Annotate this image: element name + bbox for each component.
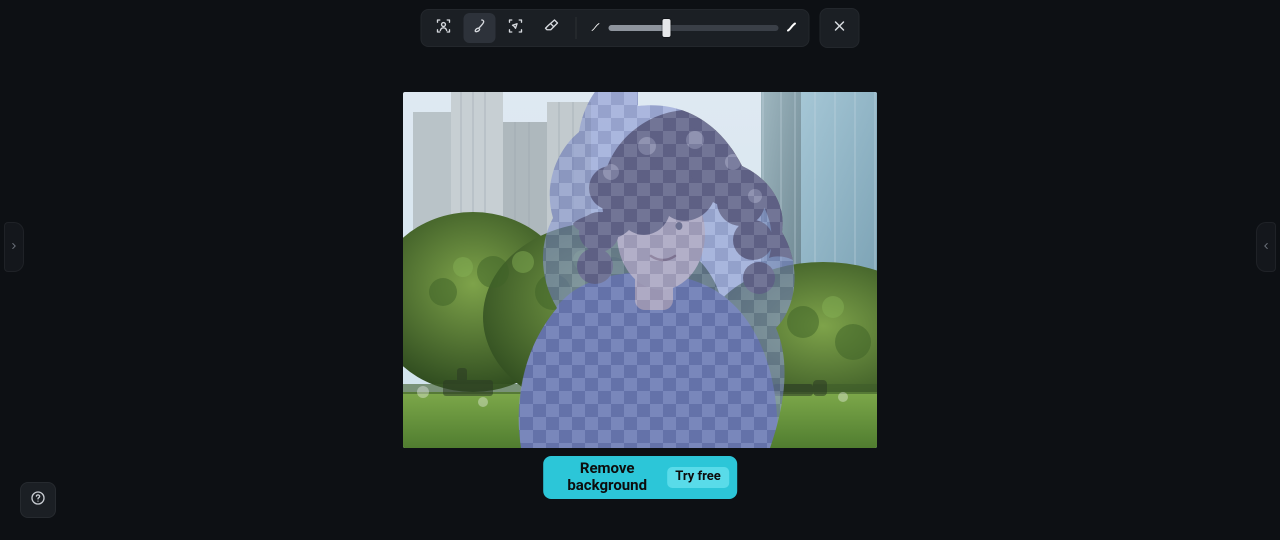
slider-fill — [609, 25, 667, 31]
eraser-tool[interactable] — [536, 13, 568, 43]
portrait-select-tool[interactable] — [428, 13, 460, 43]
chevron-right-icon — [9, 238, 19, 257]
brush-icon — [471, 17, 489, 39]
cta-label: Remove background — [557, 460, 657, 495]
slider-track[interactable] — [609, 25, 779, 31]
remove-background-button[interactable]: Remove background Try free — [543, 456, 737, 499]
right-drawer-handle[interactable] — [1256, 222, 1276, 272]
close-icon — [832, 18, 848, 38]
portrait-select-icon — [435, 17, 453, 39]
brush-size-slider[interactable] — [585, 19, 803, 38]
cta-badge: Try free — [667, 467, 729, 488]
eraser-icon — [543, 17, 561, 39]
lasso-select-icon — [507, 17, 525, 39]
help-button[interactable] — [20, 482, 56, 518]
chevron-left-icon — [1261, 238, 1271, 257]
toolbar-divider — [576, 17, 577, 39]
brush-large-icon — [785, 19, 799, 38]
tool-group — [421, 9, 810, 47]
top-toolbar — [421, 8, 860, 48]
canvas-image — [403, 92, 877, 448]
brush-tool[interactable] — [464, 13, 496, 43]
left-drawer-handle[interactable] — [4, 222, 24, 272]
close-button[interactable] — [820, 8, 860, 48]
slider-thumb[interactable] — [662, 19, 670, 37]
lasso-select-tool[interactable] — [500, 13, 532, 43]
help-icon — [30, 490, 46, 510]
brush-small-icon — [589, 19, 603, 38]
editor-canvas[interactable] — [403, 92, 877, 448]
